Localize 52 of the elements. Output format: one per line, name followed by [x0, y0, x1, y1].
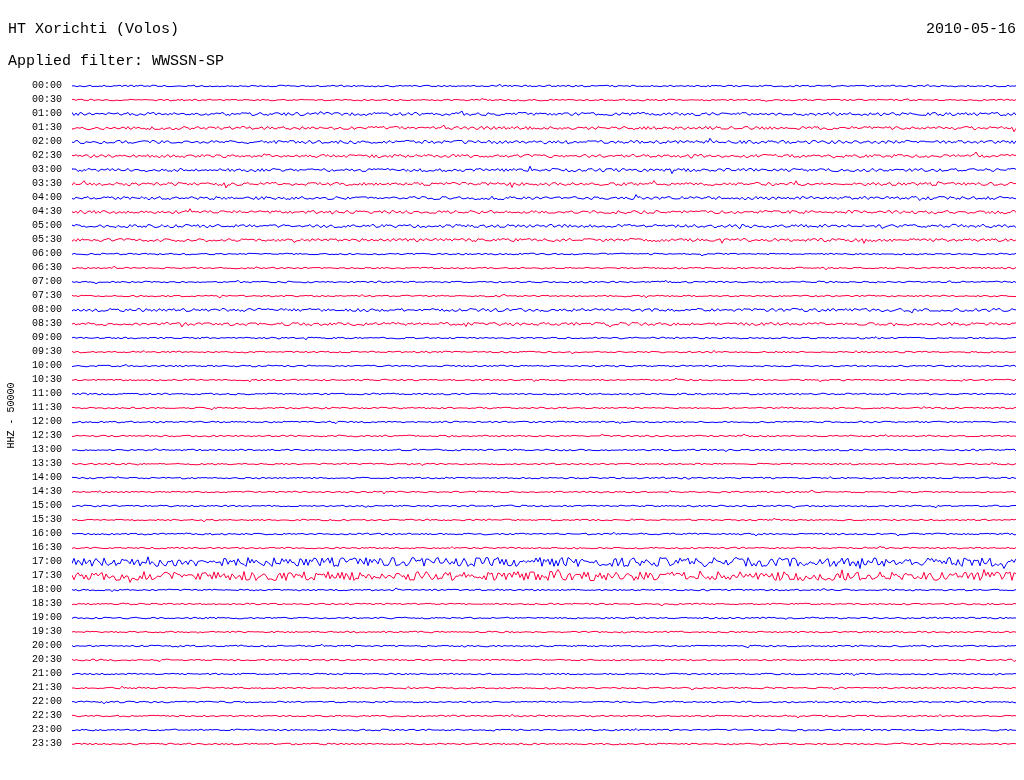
time-label: 11:30	[31, 401, 62, 415]
time-label: 09:00	[31, 331, 62, 345]
time-label: 02:00	[31, 135, 62, 149]
time-label: 19:00	[31, 611, 62, 625]
time-label: 12:00	[31, 415, 62, 429]
time-label: 23:00	[31, 723, 62, 737]
time-label: 17:00	[31, 555, 62, 569]
time-label: 10:30	[31, 373, 62, 387]
time-label: 06:30	[31, 261, 62, 275]
time-label: 23:30	[31, 737, 62, 751]
time-label: 20:00	[31, 639, 62, 653]
filter-label: Applied filter: WWSSN-SP	[8, 53, 225, 70]
time-label: 11:00	[31, 387, 62, 401]
time-label: 14:00	[31, 471, 62, 485]
axis-label: HHZ - 50000	[4, 382, 18, 448]
time-label: 16:30	[31, 541, 62, 555]
time-label: 21:00	[31, 667, 62, 681]
time-label: 01:00	[31, 107, 62, 121]
time-label: 20:30	[31, 653, 62, 667]
station-title: HT Xorichti (Volos)	[8, 20, 180, 40]
time-label: 19:30	[31, 625, 62, 639]
time-label: 12:30	[31, 429, 62, 443]
time-label: 13:00	[31, 443, 62, 457]
time-label: 02:30	[31, 149, 62, 163]
time-label: 04:00	[31, 191, 62, 205]
time-label: 08:30	[31, 317, 62, 331]
time-label: 05:00	[31, 219, 62, 233]
time-label: 21:30	[31, 681, 62, 695]
time-label: 17:30	[31, 569, 62, 583]
time-label: 00:00	[31, 79, 62, 93]
time-label: 03:00	[31, 163, 62, 177]
time-label: 15:30	[31, 513, 62, 527]
time-label: 07:30	[31, 289, 62, 303]
date-label: 2010-05-16	[926, 20, 1016, 40]
time-label: 01:30	[31, 121, 62, 135]
time-label: 07:00	[31, 275, 62, 289]
time-label: 16:00	[31, 527, 62, 541]
time-label: 18:00	[31, 583, 62, 597]
time-label: 15:00	[31, 499, 62, 513]
time-label: 05:30	[31, 233, 62, 247]
time-label: 22:00	[31, 695, 62, 709]
time-label: 03:30	[31, 177, 62, 191]
time-label: 08:00	[31, 303, 62, 317]
time-label: 18:30	[31, 597, 62, 611]
time-label: 22:30	[31, 709, 62, 723]
time-label: 13:30	[31, 457, 62, 471]
time-label: 14:30	[31, 485, 62, 499]
time-label: 10:00	[31, 359, 62, 373]
time-label: 06:00	[31, 247, 62, 261]
time-label: 09:30	[31, 345, 62, 359]
time-label: 04:30	[31, 205, 62, 219]
time-label: 00:30	[31, 93, 62, 107]
